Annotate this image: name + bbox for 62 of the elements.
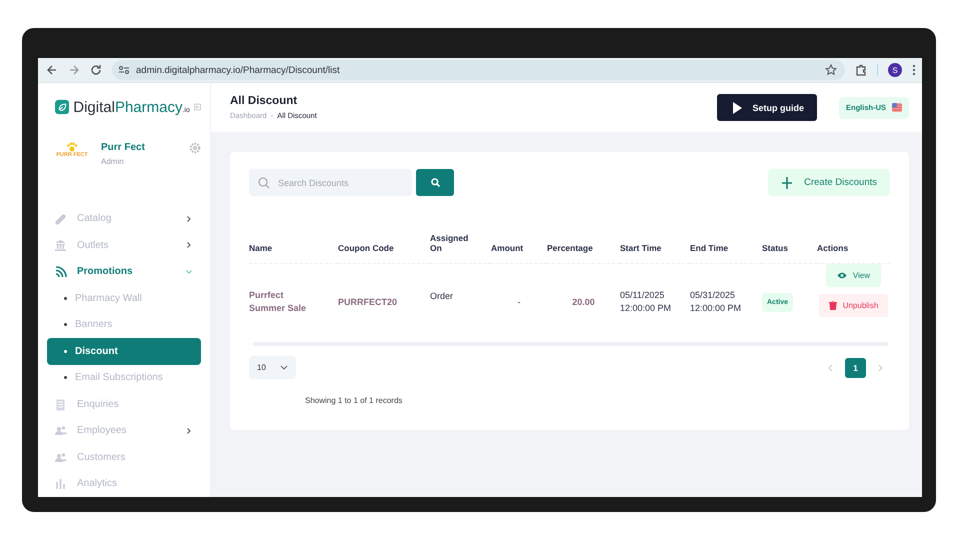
unpublish-button[interactable]: Unpublish: [818, 294, 888, 317]
column-header: Amount: [491, 218, 547, 264]
user-role: Admin: [101, 156, 125, 166]
address-bar[interactable]: admin.digitalpharmacy.io/Pharmacy/Discount/list: [112, 60, 845, 80]
eye-icon: [836, 272, 847, 279]
create-discounts-button[interactable]: Create Discounts: [768, 169, 890, 196]
sidebar-item[interactable]: Customers: [47, 444, 201, 470]
bank-icon: [53, 238, 68, 253]
sidebar-subitem[interactable]: Pharmacy Wall: [47, 285, 201, 312]
profile-avatar[interactable]: S: [888, 63, 902, 77]
chevron-down-icon: [185, 268, 193, 276]
trash-icon: [828, 301, 837, 310]
site-settings-icon: [118, 65, 130, 75]
column-header: End Time: [690, 218, 762, 264]
table-cell: -: [518, 296, 520, 308]
view-button[interactable]: View: [826, 264, 882, 287]
sidebar-subitem[interactable]: Discount: [47, 338, 201, 364]
user-name: Purr Fect: [101, 142, 146, 152]
column-header: Coupon Code: [338, 218, 430, 264]
sidebar-item[interactable]: Employees: [47, 418, 201, 444]
table-cell-text: Purrfect Summer Sale: [249, 289, 308, 315]
table-cell: Order: [430, 290, 454, 303]
page-button[interactable]: 1: [845, 358, 866, 378]
chevron-right-icon: [185, 241, 193, 250]
reload-icon[interactable]: [90, 64, 102, 76]
signal-icon: [53, 264, 68, 280]
star-icon[interactable]: [825, 64, 837, 76]
chevron-right-icon: [185, 214, 193, 223]
sidebar-item[interactable]: Enquiries: [47, 391, 201, 418]
sidebar-item[interactable]: Promotions: [47, 258, 201, 285]
plus-icon: [782, 176, 792, 188]
page-title: All Discount: [230, 95, 298, 107]
sidebar-subitem[interactable]: Banners: [47, 312, 201, 338]
column-header: Status: [762, 218, 817, 264]
table-cell-text: 05/31/2025 12:00:00 PM: [690, 289, 742, 315]
play-icon: [732, 102, 742, 114]
sidebar-item[interactable]: Analytics: [47, 470, 201, 497]
table-cell-text: 05/11/2025 12:00:00 PM: [620, 289, 672, 315]
puzzle-icon[interactable]: [855, 64, 867, 76]
search-icon: [258, 177, 270, 189]
back-icon[interactable]: [46, 64, 58, 76]
table-cell: PURRFECT20: [338, 296, 398, 308]
search-button[interactable]: [416, 169, 454, 196]
table-cell: 20.00: [572, 296, 595, 308]
sidebar-item[interactable]: Outlets: [47, 232, 201, 258]
column-header: Assigned On: [430, 218, 491, 264]
menu-icon[interactable]: [912, 64, 916, 76]
setup-guide-button[interactable]: Setup guide: [717, 94, 817, 121]
bar-chart-icon: [53, 476, 68, 492]
chevron-right-icon: [185, 426, 193, 435]
sidebar-subitem[interactable]: Email Subscriptions: [47, 364, 201, 391]
page-size-select[interactable]: 10: [249, 356, 296, 379]
search-field[interactable]: Search Discounts: [249, 169, 412, 196]
column-header: Start Time: [620, 218, 690, 264]
caret-icon: [280, 365, 288, 370]
column-header: Percentage: [547, 218, 620, 264]
column-header: Name: [249, 218, 338, 264]
records-summary: Showing 1 to 1 of 1 records: [305, 396, 404, 405]
search-icon: [430, 178, 440, 187]
sidebar-item[interactable]: Catalog: [47, 206, 201, 232]
us-flag-icon: [892, 103, 902, 112]
paw-icon: [66, 142, 78, 152]
